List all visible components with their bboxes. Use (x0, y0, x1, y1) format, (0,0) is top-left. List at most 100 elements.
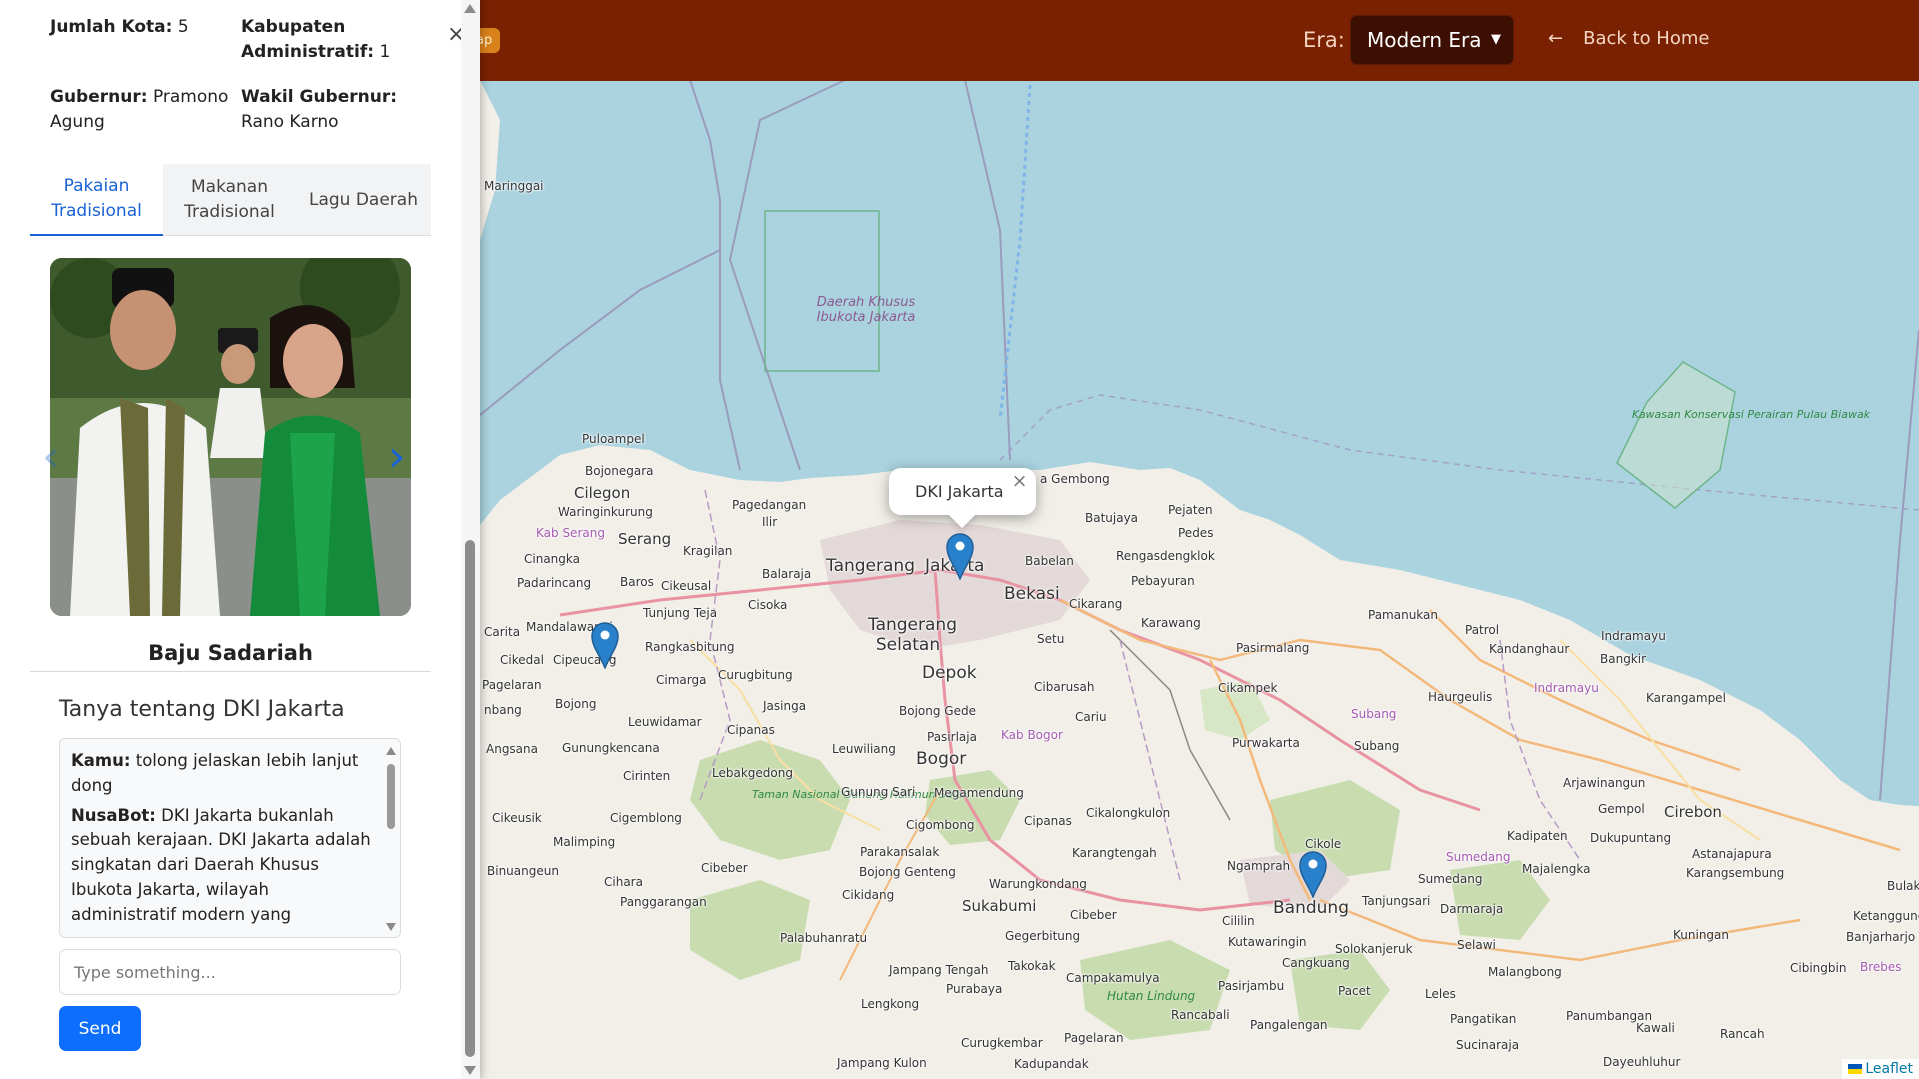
label-kadipaten: Kadipaten (1507, 829, 1568, 843)
sidebar-scroll-down-icon[interactable] (464, 1066, 476, 1075)
map-marker-jakarta[interactable] (945, 532, 975, 580)
label-cibeber-w: Cibeber (701, 861, 748, 875)
map-marker-banten[interactable] (590, 621, 620, 669)
label-ngamprah: Ngamprah (1227, 859, 1291, 873)
label-cihara: Cihara (604, 875, 643, 889)
label-cigombong: Cigombong (906, 818, 975, 832)
chat-messages: Kamu: tolong jelaskan lebih lanjut dong … (71, 749, 371, 932)
chat-scrollbar[interactable] (384, 739, 398, 937)
label-campakamulya: Campakamulya (1066, 971, 1160, 985)
carousel-next-icon[interactable]: › (388, 435, 406, 479)
back-to-home-link[interactable]: ← Back to Home (1548, 28, 1709, 49)
era-select-value: Modern Era (1367, 28, 1482, 52)
label-depok: Depok (922, 663, 977, 683)
costume-caption: Baju Sadariah (148, 641, 313, 665)
label-setu: Setu (1037, 632, 1065, 646)
label-cirinten: Cirinten (623, 769, 671, 783)
label-binuangeun: Binuangeun (487, 864, 559, 878)
era-select[interactable]: Modern Era ▼ (1350, 15, 1514, 65)
label-kuningan: Kuningan (1673, 928, 1729, 942)
label-rancabali: Rancabali (1171, 1008, 1230, 1022)
label-sumedang-admin: Sumedang (1446, 850, 1511, 864)
info-wakil-gubernur: Wakil Gubernur: Rano Karno (241, 85, 421, 134)
chat-history[interactable]: Kamu: tolong jelaskan lebih lanjut dong … (59, 738, 401, 938)
carousel-prev-icon[interactable]: ‹ (42, 435, 60, 479)
label-tangerang-selatan: Tangerang Selatan (868, 615, 957, 656)
map-attribution[interactable]: Leaflet (1842, 1059, 1919, 1079)
label-cikampek: Cikampek (1218, 681, 1278, 695)
chevron-down-icon: ▼ (1491, 32, 1501, 47)
label-dayeuhluhur: Dayeuhluhur (1603, 1055, 1681, 1069)
label-leles: Leles (1425, 987, 1456, 1001)
app-root: Maringgai Daerah Khusus Ibukota Jakarta … (0, 0, 1919, 1079)
label-karangampel: Karangampel (1646, 691, 1726, 705)
label-subang-admin: Subang (1351, 707, 1397, 721)
label-kawali: Kawali (1636, 1021, 1675, 1035)
label-cikedal: Cikedal (500, 653, 544, 667)
map-popup: DKI Jakarta × (889, 468, 1036, 515)
label-sucinaraja: Sucinaraja (1456, 1038, 1520, 1052)
label-hutan-lindung: Hutan Lindung (1107, 989, 1196, 1003)
label-cikeusal: Cikeusal (661, 579, 712, 593)
label-pagelaran: Pagelaran (482, 678, 542, 692)
tab-lagu-daerah[interactable]: Lagu Daerah (296, 164, 431, 236)
popup-close-icon[interactable]: × (1012, 472, 1028, 491)
chat-input[interactable] (59, 949, 401, 995)
map-marker-jawa-barat[interactable] (1298, 850, 1328, 898)
culture-tabs: Pakaian Tradisional Makanan Tradisional … (30, 164, 431, 236)
label-malangbong: Malangbong (1488, 965, 1562, 979)
label-padarincang: Padarincang (517, 576, 592, 590)
label-indramayu: Indramayu (1601, 629, 1666, 643)
chat-speaker: NusaBot: (71, 805, 156, 825)
label-bojonegara: Bojonegara (585, 464, 654, 478)
label-serang: Serang (618, 530, 672, 548)
label-majalengka: Majalengka (1522, 862, 1591, 876)
label-bandung: Bandung (1273, 898, 1349, 918)
label-cikarang: Cikarang (1069, 597, 1123, 611)
label-cibingbin: Cibingbin (1790, 961, 1847, 975)
label-cibarusah: Cibarusah (1034, 680, 1095, 694)
sidebar-scroll-thumb[interactable] (465, 540, 475, 1057)
label-gegerbitung: Gegerbitung (1005, 929, 1081, 943)
label-sukabumi: Sukabumi (962, 897, 1037, 915)
label-ilir: Ilir (762, 515, 778, 529)
send-button[interactable]: Send (59, 1006, 141, 1051)
divider (30, 671, 431, 672)
label-cangkuang: Cangkuang (1282, 956, 1350, 970)
label-brebes: Brebes (1860, 960, 1902, 974)
chat-scroll-thumb[interactable] (387, 764, 395, 829)
chat-scroll-up-icon[interactable] (386, 747, 396, 755)
label-pedes: Pedes (1178, 526, 1214, 540)
label-lengkong: Lengkong (861, 997, 920, 1011)
label-pacet: Pacet (1338, 984, 1371, 998)
label-maringgai: Maringgai (484, 179, 544, 193)
label-tanjungsari: Tanjungsari (1362, 894, 1431, 908)
label-pangatikan: Pangatikan (1450, 1012, 1517, 1026)
label-bulak: Bulak (1887, 879, 1919, 893)
info-kabupaten: Kabupaten Administratif: 1 (241, 15, 421, 64)
tab-pakaian-tradisional[interactable]: Pakaian Tradisional (30, 164, 163, 236)
tab-makanan-tradisional[interactable]: Makanan Tradisional (163, 164, 296, 236)
sidebar-scroll-up-icon[interactable] (464, 4, 476, 13)
label-purwakarta: Purwakarta (1232, 736, 1300, 750)
label-tangerang: Tangerang (826, 556, 915, 576)
label-cilegon: Cilegon (574, 484, 631, 502)
label-cibeber-e: Cibeber (1070, 908, 1117, 922)
tab-label: Makanan Tradisional (184, 177, 275, 222)
label-selawi: Selawi (1457, 938, 1496, 952)
label-rancah: Rancah (1720, 1027, 1765, 1041)
info-label: Kabupaten Administratif: (241, 17, 375, 62)
label-pagedangan: Pagedangan (732, 498, 807, 512)
info-value: Rano Karno (241, 111, 339, 132)
attribution-link[interactable]: Leaflet (1865, 1061, 1913, 1077)
costume-photo (50, 258, 411, 616)
era-label: Era: (1303, 28, 1345, 52)
chat-scroll-down-icon[interactable] (386, 923, 396, 931)
label-nbang: nbang (484, 703, 522, 717)
chat-message: Kamu: tolong jelaskan lebih lanjut dong (71, 749, 371, 799)
label-solokanjeruk: Solokanjeruk (1335, 942, 1413, 956)
label-curugbitung: Curugbitung (718, 668, 793, 682)
label-jasinga: Jasinga (763, 699, 807, 713)
label-cigemblong: Cigemblong (610, 811, 682, 825)
label-karangtengah: Karangtengah (1072, 846, 1157, 860)
